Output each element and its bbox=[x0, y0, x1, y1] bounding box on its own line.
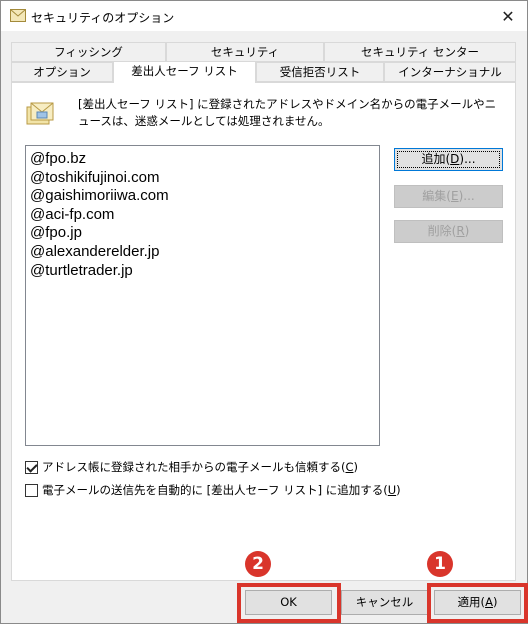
envelope-icon bbox=[10, 9, 26, 22]
button-label: 適用( bbox=[457, 595, 486, 609]
step-badge-apply: 1 bbox=[427, 551, 453, 577]
access-key: A bbox=[485, 595, 493, 609]
button-label-suffix: )... bbox=[458, 189, 475, 203]
tab-safe-senders[interactable]: 差出人セーフ リスト bbox=[113, 61, 256, 83]
checkbox-label: アドレス帳に登録された相手からの電子メールも信頼する( bbox=[42, 460, 346, 474]
ok-button[interactable]: OK bbox=[245, 590, 332, 615]
apply-button[interactable]: 適用(A) bbox=[434, 590, 521, 615]
close-button[interactable]: ✕ bbox=[495, 5, 521, 27]
list-item[interactable]: @fpo.jp bbox=[30, 224, 375, 243]
security-options-dialog: セキュリティのオプション ✕ フィッシング セキュリティ セキュリティ センター… bbox=[0, 0, 528, 624]
list-item[interactable]: @gaishimoriiwa.com bbox=[30, 187, 375, 206]
safe-mail-icon bbox=[26, 102, 54, 125]
cancel-button[interactable]: キャンセル bbox=[341, 590, 428, 615]
tab-security-center[interactable]: セキュリティ センター bbox=[324, 42, 516, 62]
access-key: C bbox=[345, 460, 354, 474]
auto-add-recipients-option: 電子メールの送信先を自動的に [差出人セーフ リスト] に追加する(U) bbox=[25, 482, 401, 498]
safe-senders-panel: [差出人セーフ リスト] に登録されたアドレスやドメイン名からの電子メールやニュ… bbox=[11, 82, 516, 581]
window-title: セキュリティのオプション bbox=[31, 11, 175, 25]
tab-label: 差出人セーフ リスト bbox=[131, 64, 238, 78]
checkbox-label-suffix: ) bbox=[353, 460, 359, 474]
tab-label: インターナショナル bbox=[398, 65, 502, 79]
checkbox-label: 電子メールの送信先を自動的に [差出人セーフ リスト] に追加する( bbox=[42, 483, 388, 497]
tab-security[interactable]: セキュリティ bbox=[166, 42, 324, 62]
tab-label: 受信拒否リスト bbox=[279, 65, 361, 79]
safe-senders-list[interactable]: @fpo.bz @toshikifujinoi.com @gaishimorii… bbox=[25, 145, 380, 446]
list-item[interactable]: @toshikifujinoi.com bbox=[30, 169, 375, 188]
list-item[interactable]: @turtletrader.jp bbox=[30, 262, 375, 281]
tab-label: フィッシング bbox=[54, 45, 123, 59]
trust-contacts-option: アドレス帳に登録された相手からの電子メールも信頼する(C) bbox=[25, 459, 358, 475]
panel-description: [差出人セーフ リスト] に登録されたアドレスやドメイン名からの電子メールやニュ… bbox=[78, 97, 497, 128]
button-label: 編集( bbox=[422, 189, 451, 203]
step-badge-ok: 2 bbox=[245, 551, 271, 577]
trust-contacts-checkbox[interactable] bbox=[25, 460, 38, 474]
auto-add-recipients-checkbox[interactable] bbox=[25, 483, 38, 497]
focus-rect bbox=[397, 151, 500, 168]
tab-label: セキュリティ bbox=[210, 45, 280, 59]
button-label-suffix: ) bbox=[464, 224, 470, 238]
tab-options[interactable]: オプション bbox=[11, 62, 113, 82]
button-label: 削除( bbox=[427, 224, 457, 238]
list-item[interactable]: @fpo.bz bbox=[30, 150, 375, 169]
tab-label: オプション bbox=[33, 65, 91, 79]
add-button[interactable]: 追加(D)... bbox=[394, 148, 503, 171]
access-key: U bbox=[387, 483, 397, 497]
edit-button[interactable]: 編集(E)... bbox=[394, 185, 503, 208]
title-bar: セキュリティのオプション ✕ bbox=[1, 1, 527, 31]
button-label: OK bbox=[280, 595, 297, 609]
access-key: E bbox=[450, 189, 459, 203]
tab-phishing[interactable]: フィッシング bbox=[11, 42, 166, 62]
tab-international[interactable]: インターナショナル bbox=[384, 62, 516, 82]
tab-label: セキュリティ センター bbox=[361, 45, 479, 59]
checkbox-label-suffix: ) bbox=[396, 483, 401, 497]
list-item[interactable]: @aci-fp.com bbox=[30, 206, 375, 225]
list-item[interactable]: @alexanderelder.jp bbox=[30, 243, 375, 262]
button-label-suffix: ) bbox=[492, 595, 498, 609]
delete-button[interactable]: 削除(R) bbox=[394, 220, 503, 243]
button-label: キャンセル bbox=[355, 595, 414, 609]
access-key: R bbox=[456, 224, 465, 238]
tab-blocked-senders[interactable]: 受信拒否リスト bbox=[256, 62, 384, 82]
close-icon: ✕ bbox=[501, 6, 515, 26]
